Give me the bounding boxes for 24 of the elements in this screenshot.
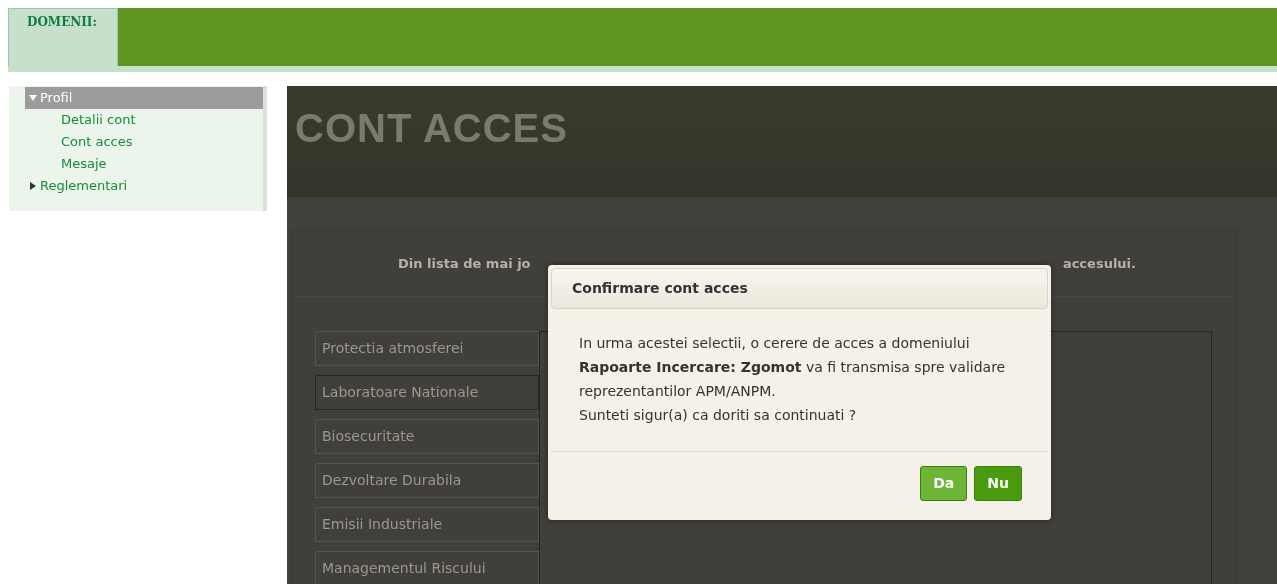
domain-item[interactable]: Emisii Industriale: [315, 507, 539, 542]
page-title: CONT ACCES: [295, 105, 568, 152]
caret-down-icon: [29, 94, 37, 102]
dialog-title: Confirmare cont acces: [551, 268, 1048, 309]
domain-item[interactable]: Managementul Riscului: [315, 551, 539, 584]
sidebar-link[interactable]: Mesaje: [25, 153, 263, 175]
dialog-button[interactable]: Da: [920, 466, 968, 501]
sidebar-link[interactable]: Detalii cont: [25, 109, 263, 131]
sidebar-item[interactable]: Profil: [25, 87, 263, 109]
caret-right-icon: [29, 182, 37, 190]
domain-item[interactable]: Protectia atmosferei: [315, 331, 539, 366]
domain-item[interactable]: Biosecuritate: [315, 419, 539, 454]
message-line: Sunteti sigur(a) ca doriti sa continuati ?: [579, 406, 858, 425]
message-line: reprezentantilor APM/ANPM.: [579, 382, 777, 401]
intro-text: Din lista de mai jo: [398, 254, 531, 273]
dialog-button[interactable]: Nu: [974, 466, 1022, 501]
domain-tab[interactable]: DOMENII:: [8, 8, 118, 66]
message-line: Rapoarte Incercare: Zgomot va fi transmisa spre validare: [579, 358, 1007, 377]
sidebar-link[interactable]: Cont acces: [25, 131, 263, 153]
message-line: In urma acestei selectii, o cerere de acces a domeniului: [579, 334, 971, 353]
domain-item[interactable]: Laboratoare Nationale: [315, 375, 539, 410]
intro-text: accesului.: [1062, 254, 1136, 273]
domain-item[interactable]: Dezvoltare Durabila: [315, 463, 539, 498]
sidebar-item[interactable]: Reglementari: [25, 175, 263, 197]
